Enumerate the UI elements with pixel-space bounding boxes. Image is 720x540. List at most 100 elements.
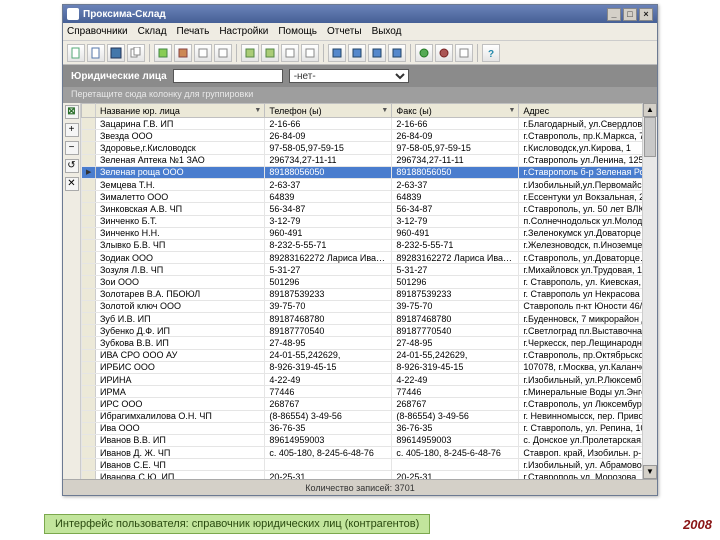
cell-tel[interactable]: 3-12-79 [265,215,392,227]
cell-addr[interactable]: п.Солнечнодольск ул.Молодеж [519,215,657,227]
cell-tel[interactable]: 89188056050 [265,166,392,178]
cell-tel[interactable]: 77446 [265,386,392,398]
cell-addr[interactable]: Ставроп. край, Изобильн. р-н, г [519,447,657,459]
cell-fax[interactable]: 501296 [392,276,519,288]
cell-name[interactable]: Зинченко Н.Н. [96,227,265,239]
cell-tel[interactable]: 2-16-66 [265,118,392,130]
cell-fax[interactable]: 89188056050 [392,166,519,178]
cell-tel[interactable]: 36-76-35 [265,422,392,434]
table-row[interactable]: Звезда ООО26-84-0926-84-09г.Ставрополь, … [82,130,657,142]
table-row[interactable]: Иванова С.Ю. ИП20-25-3120-25-31г.Ставроп… [82,471,657,479]
cell-tel[interactable]: 960-491 [265,227,392,239]
cell-name[interactable]: Зозуля Л.В. ЧП [96,264,265,276]
column-header-fax[interactable]: Факс (ы)▼ [392,104,519,118]
cell-addr[interactable]: г.Ставрополь, ул. 50 лет ВЛКС [519,203,657,215]
cell-addr[interactable]: г.Железноводск, п.Иноземце [519,239,657,251]
cell-addr[interactable]: г.Изобильный,ул.Первомайска [519,178,657,190]
column-header-name[interactable]: Название юр. лица▼ [96,104,265,118]
cell-name[interactable]: Зуб И.В. ИП [96,313,265,325]
cell-tel[interactable]: 296734,27-11-11 [265,154,392,166]
column-header-addr[interactable]: Адрес [519,104,657,118]
cell-addr[interactable]: г.Благодарный, ул.Свердлова,1 [519,118,657,130]
cell-name[interactable]: Зои ООО [96,276,265,288]
cell-fax[interactable]: 89187539233 [392,288,519,300]
titlebar[interactable]: Проксима-Склад _ □ × [63,5,657,23]
cell-addr[interactable]: г. Невинномысск, пер. Привок [519,410,657,422]
toolbar-btn[interactable] [348,44,366,62]
cell-addr[interactable]: г.Ставрополь ул.Ленина, 125 [519,154,657,166]
table-row[interactable]: Зубенко Д.Ф. ИП8918777054089187770540г.С… [82,325,657,337]
table-row[interactable]: Зималетто ООО6483964839г.Ессентуки ул Во… [82,191,657,203]
cell-tel[interactable]: 64839 [265,191,392,203]
cell-name[interactable]: Ива ООО [96,422,265,434]
cell-name[interactable]: Иванов Д. Ж. ЧП [96,447,265,459]
cell-fax[interactable]: 89614959003 [392,434,519,446]
table-row[interactable]: ИРБИС ООО8-926-319-45-158-926-319-45-151… [82,361,657,373]
cell-fax[interactable]: 27-48-95 [392,337,519,349]
clear-icon[interactable]: ✕ [65,177,79,191]
cell-addr[interactable]: г.Черкесск, пер.Лещинародно [519,337,657,349]
cell-name[interactable]: Зубкова В.В. ИП [96,337,265,349]
cell-addr[interactable]: г.Ставрополь, пр.К.Маркса, 7Е [519,130,657,142]
menu-item[interactable]: Склад [138,26,167,37]
toolbar-btn[interactable] [154,44,172,62]
cell-fax[interactable]: 2-16-66 [392,118,519,130]
cell-fax[interactable]: 4-22-49 [392,373,519,385]
table-row[interactable]: Зинченко Н.Н.960-491960-491г.Зеленокумск… [82,227,657,239]
cell-fax[interactable]: 5-31-27 [392,264,519,276]
cell-fax[interactable]: 89187770540 [392,325,519,337]
table-row[interactable]: Зуб И.В. ИП8918746878089187468780г.Буден… [82,313,657,325]
cell-addr[interactable]: г.Изобильный, ул.Р.Люксембург [519,373,657,385]
cell-name[interactable]: Звезда ООО [96,130,265,142]
cell-tel[interactable]: 27-48-95 [265,337,392,349]
column-header-tel[interactable]: Телефон (ы)▼ [265,104,392,118]
cell-name[interactable]: Зодиак ООО [96,252,265,264]
cell-tel[interactable]: 5-31-27 [265,264,392,276]
minimize-button[interactable]: _ [607,8,621,21]
toolbar-btn[interactable] [388,44,406,62]
add-row-icon[interactable]: + [65,123,79,137]
table-row[interactable]: Золотой ключ ООО39-75-7039-75-70Ставропо… [82,300,657,312]
cell-addr[interactable]: г.Ставрополь ул. Морозова, д [519,471,657,479]
table-row[interactable]: ИВА СРО ООО АУ24-01-55,242629,24-01-55,2… [82,349,657,361]
table-row[interactable]: Злывко Б.В. ЧП8-232-5-55-718-232-5-55-71… [82,239,657,251]
cell-fax[interactable]: 8-232-5-55-71 [392,239,519,251]
search-input[interactable] [173,69,283,83]
close-button[interactable]: × [639,8,653,21]
cell-name[interactable]: ИРМА [96,386,265,398]
menu-item[interactable]: Настройки [219,26,268,37]
toolbar-btn[interactable] [261,44,279,62]
cell-name[interactable]: Иванов В.В. ИП [96,434,265,446]
toolbar-btn[interactable] [214,44,232,62]
cell-fax[interactable]: 24-01-55,242629, [392,349,519,361]
cell-addr[interactable]: Ставрополь п-кт Юности 46/68 [519,300,657,312]
cell-fax[interactable]: 268767 [392,398,519,410]
cell-name[interactable]: ИРС ООО [96,398,265,410]
cell-addr[interactable]: с. Донское ул.Пролетарская, 3 [519,434,657,446]
menu-item[interactable]: Помощь [278,26,317,37]
table-row[interactable]: ИРС ООО268767268767г.Ставрополь, ул Люкс… [82,398,657,410]
cell-addr[interactable]: г.Светлоград пл.Выставочная, [519,325,657,337]
cell-name[interactable]: Зималетто ООО [96,191,265,203]
toolbar-btn[interactable] [281,44,299,62]
cell-name[interactable]: ИРИНА [96,373,265,385]
cell-fax[interactable]: (8-86554) 3-49-56 [392,410,519,422]
cell-tel[interactable]: 24-01-55,242629, [265,349,392,361]
cell-addr[interactable]: г.Ставрополь, пр.Октябрьской [519,349,657,361]
cell-fax[interactable]: 3-12-79 [392,215,519,227]
cell-addr[interactable]: г.Изобильный, ул. Абрамовой, [519,459,657,471]
table-row[interactable]: Зинченко Б.Т.3-12-793-12-79п.Солнечнодол… [82,215,657,227]
refresh-icon[interactable]: ↺ [65,159,79,173]
table-row[interactable]: Зои ООО501296501296г. Ставрополь, ул. Ки… [82,276,657,288]
filter-select[interactable]: -нет- [289,69,409,83]
cell-fax[interactable]: 36-76-35 [392,422,519,434]
table-row[interactable]: Зинковская А.В. ЧП56-34-8756-34-87г.Став… [82,203,657,215]
toolbar-doc-icon[interactable] [67,44,85,62]
toolbar-doc2-icon[interactable] [87,44,105,62]
cell-name[interactable]: Зинченко Б.Т. [96,215,265,227]
cell-name[interactable]: Золотарев В.А. ПБОЮЛ [96,288,265,300]
table-row[interactable]: Зодиак ООО89283162272 Лариса Ивановна892… [82,252,657,264]
cell-name[interactable]: Зеленая роща ООО [96,166,265,178]
cell-name[interactable]: Злывко Б.В. ЧП [96,239,265,251]
cell-fax[interactable]: 64839 [392,191,519,203]
